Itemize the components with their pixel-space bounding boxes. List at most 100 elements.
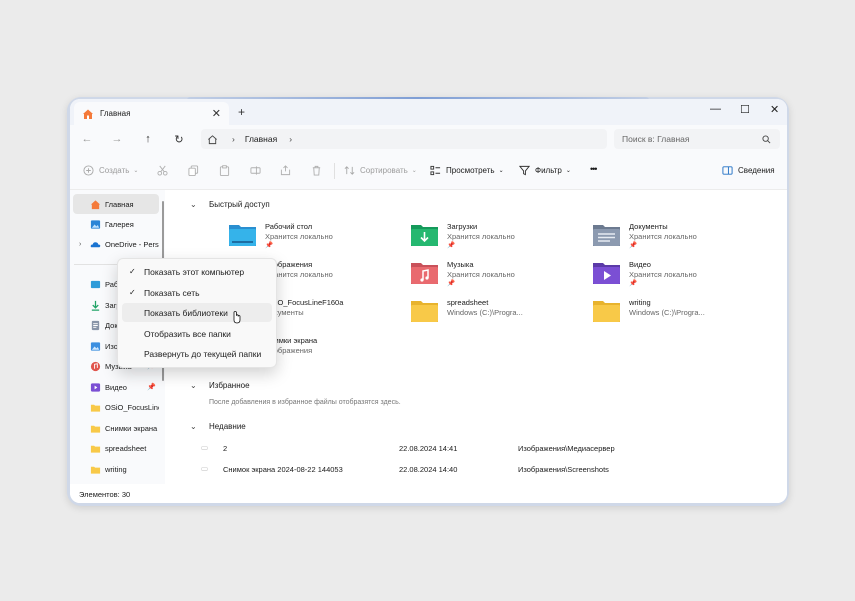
- more-options-button[interactable]: •••: [590, 164, 598, 174]
- create-label: Создать: [99, 166, 130, 175]
- videos-folder-icon: [593, 263, 620, 284]
- recent-name: Снимок экрана 2024-08-22 144053: [223, 465, 343, 474]
- create-button[interactable]: Создать ⌄: [83, 165, 138, 176]
- delete-icon[interactable]: [311, 165, 322, 176]
- collapse-chevron-icon[interactable]: ⌄: [190, 381, 197, 390]
- sidebar-item-videos[interactable]: Видео 📌: [73, 377, 159, 397]
- pin-icon: 📌: [629, 242, 638, 249]
- menu-item-show-all-folders[interactable]: Отобразить все папки: [122, 324, 272, 343]
- sidebar-item-writing[interactable]: writing: [73, 459, 159, 479]
- minimize-button[interactable]: —: [710, 103, 721, 115]
- item-subtitle: Windows (C:)\Progra...: [629, 307, 705, 317]
- item-subtitle: Хранится локально: [265, 231, 333, 241]
- section-favorites[interactable]: ⌄ Избранное: [190, 381, 250, 390]
- mouse-pointer-icon: [233, 311, 241, 324]
- quick-access-documents[interactable]: Документы Хранится локально 📌: [592, 222, 697, 251]
- collapse-chevron-icon[interactable]: ⌄: [190, 422, 197, 431]
- details-button[interactable]: Сведения: [722, 165, 775, 176]
- status-bar: Элементов: 30: [70, 484, 787, 503]
- pin-icon: 📌: [629, 280, 638, 287]
- quick-access-writing[interactable]: writing Windows (C:)\Progra...: [592, 298, 705, 323]
- recent-location: Изображения\Screenshots: [518, 465, 609, 474]
- desktop-icon: [90, 280, 101, 288]
- menu-item-expand-to-current[interactable]: Развернуть до текущей папки: [122, 344, 272, 363]
- file-icon: ▭: [201, 464, 209, 473]
- document-icon: [91, 320, 100, 330]
- item-subtitle: Хранится локально: [447, 269, 515, 279]
- item-name: Загрузки: [447, 222, 478, 231]
- maximize-button[interactable]: ☐: [740, 103, 750, 116]
- video-icon: [90, 382, 101, 392]
- menu-item-show-this-pc[interactable]: ✓ Показать этот компьютер: [122, 262, 272, 281]
- forward-arrow-icon[interactable]: →: [110, 132, 124, 146]
- share-icon[interactable]: [280, 165, 291, 176]
- sidebar-item-home[interactable]: Главная: [73, 194, 159, 214]
- pin-icon: 📌: [447, 280, 456, 287]
- filter-button[interactable]: Фильтр ⌄: [519, 165, 571, 176]
- sidebar-item-label: OSiO_FocusLineF160a: [105, 402, 159, 412]
- gallery-icon: [90, 219, 101, 229]
- item-subtitle: Хранится локально: [629, 269, 697, 279]
- paste-icon[interactable]: [219, 165, 230, 176]
- view-button[interactable]: Просмотреть ⌄: [430, 165, 504, 176]
- search-icon: [762, 134, 771, 143]
- item-subtitle: Windows (C:)\Progra...: [447, 307, 523, 317]
- new-tab-button[interactable]: +: [238, 105, 245, 119]
- close-tab-icon[interactable]: ✕: [212, 107, 221, 120]
- refresh-icon[interactable]: ↻: [172, 132, 186, 146]
- breadcrumb-home[interactable]: Главная: [245, 134, 277, 144]
- pin-icon: 📌: [147, 384, 156, 391]
- view-list-icon: [430, 165, 441, 176]
- folder-icon: [90, 425, 101, 433]
- quick-access-videos[interactable]: Видео Хранится локально 📌: [592, 260, 697, 289]
- sidebar-item-spreadsheet[interactable]: spreadsheet: [73, 438, 159, 458]
- menu-item-label: Показать сеть: [144, 287, 200, 298]
- filter-icon: [519, 165, 530, 176]
- menu-item-show-libraries[interactable]: Показать библиотеки: [122, 303, 272, 322]
- sort-button[interactable]: Сортировать ⌄: [344, 165, 417, 176]
- section-quick-access[interactable]: ⌄ Быстрый доступ: [190, 200, 270, 209]
- details-pane-icon: [722, 166, 733, 175]
- download-icon: [91, 300, 100, 311]
- sidebar-item-label: Видео: [105, 382, 127, 392]
- filter-label: Фильтр: [535, 166, 562, 175]
- menu-item-label: Показать этот компьютер: [144, 266, 245, 277]
- sidebar-item-osio-folder[interactable]: OSiO_FocusLineF160a: [73, 397, 159, 417]
- sidebar-item-gallery[interactable]: Галерея: [73, 214, 159, 234]
- tab-title: Главная: [100, 109, 131, 118]
- copy-icon[interactable]: [188, 165, 199, 176]
- quick-access-music[interactable]: Музыка Хранится локально 📌: [410, 260, 515, 289]
- sidebar-item-screenshots[interactable]: Снимки экрана: [73, 418, 159, 438]
- quick-access-downloads[interactable]: Загрузки Хранится локально 📌: [410, 222, 515, 251]
- music-icon: [90, 361, 101, 371]
- menu-item-show-network[interactable]: ✓ Показать сеть: [122, 283, 272, 302]
- picture-icon: [90, 341, 101, 351]
- close-window-button[interactable]: ✕: [770, 103, 779, 116]
- expand-chevron-icon[interactable]: ›: [79, 241, 81, 248]
- back-arrow-icon[interactable]: ←: [80, 132, 94, 146]
- plus-circle-icon: [83, 165, 94, 176]
- sort-icon: [344, 166, 355, 175]
- search-input[interactable]: Поиск в: Главная: [614, 129, 780, 149]
- folder-icon: [90, 404, 101, 412]
- sidebar-item-label: spreadsheet: [105, 443, 147, 453]
- up-arrow-icon[interactable]: ↑: [141, 132, 155, 146]
- checkmark-icon: ✓: [129, 267, 136, 276]
- rename-icon[interactable]: [250, 165, 261, 176]
- quick-access-spreadsheet[interactable]: spreadsheet Windows (C:)\Progra...: [410, 298, 523, 323]
- section-title: Избранное: [209, 381, 250, 390]
- quick-access-desktop[interactable]: Рабочий стол Хранится локально 📌: [228, 222, 333, 251]
- tab-home[interactable]: Главная ✕: [74, 102, 229, 125]
- onedrive-cloud-icon: [90, 241, 101, 247]
- recent-location: Изображения\Медиасервер: [518, 444, 615, 453]
- pin-icon: 📌: [265, 242, 274, 249]
- section-recent[interactable]: ⌄ Недавние: [190, 422, 246, 431]
- cut-icon[interactable]: [157, 165, 168, 176]
- favorites-empty-message: После добавления в избранное файлы отобр…: [209, 399, 401, 406]
- collapse-chevron-icon[interactable]: ⌄: [190, 200, 197, 209]
- sidebar-item-onedrive[interactable]: › OneDrive - Persona: [73, 234, 159, 254]
- search-placeholder: Поиск в: Главная: [622, 134, 690, 144]
- address-bar[interactable]: › Главная ›: [201, 129, 607, 149]
- breadcrumb-chevron[interactable]: ›: [289, 134, 292, 144]
- documents-folder-icon: [593, 225, 620, 246]
